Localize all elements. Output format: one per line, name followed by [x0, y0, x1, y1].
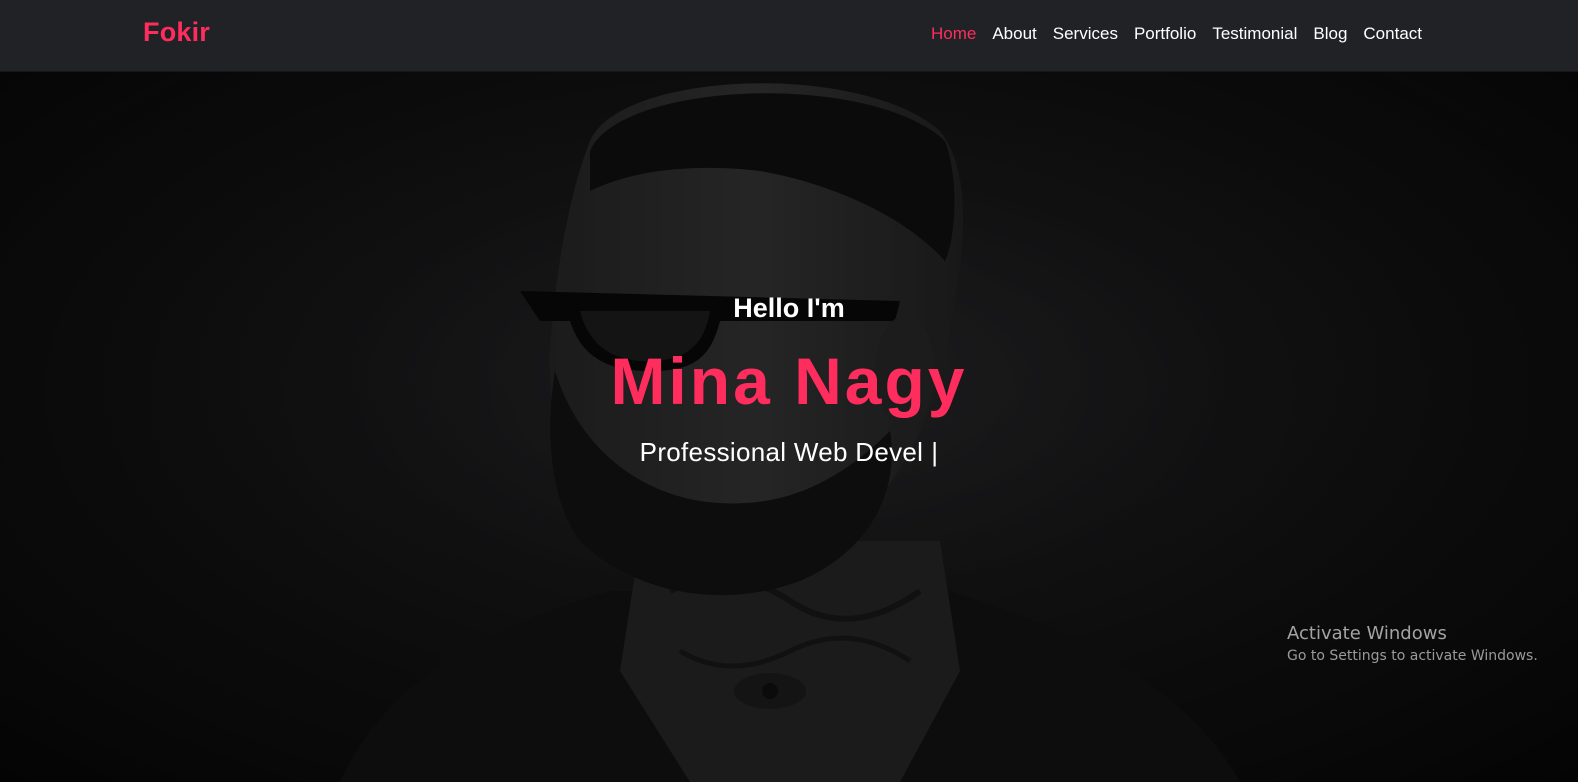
- nav-link-contact[interactable]: Contact: [1363, 24, 1422, 44]
- activation-title: Activate Windows: [1287, 623, 1447, 644]
- typing-cursor: |: [931, 437, 939, 467]
- nav-link-about[interactable]: About: [992, 24, 1036, 44]
- hero-section: Hello I'm Mina Nagy Professional Web Dev…: [0, 71, 1578, 782]
- brand-logo[interactable]: Fokir: [143, 17, 210, 48]
- nav-link-services[interactable]: Services: [1053, 24, 1118, 44]
- hero-role-text: Professional Web Devel: [639, 437, 924, 467]
- hero-content: Hello I'm Mina Nagy Professional Web Dev…: [0, 71, 1578, 782]
- hero-name: Mina Nagy: [610, 344, 968, 418]
- nav-menu: Home About Services Portfolio Testimonia…: [915, 24, 1422, 44]
- nav-link-home[interactable]: Home: [931, 24, 976, 44]
- nav-link-testimonial[interactable]: Testimonial: [1212, 24, 1297, 44]
- top-navbar: Fokir Home About Services Portfolio Test…: [0, 0, 1578, 72]
- hero-role: Professional Web Devel |: [0, 437, 1578, 468]
- activation-subtitle: Go to Settings to activate Windows.: [1287, 648, 1538, 664]
- windows-activation-watermark: Activate Windows Go to Settings to activ…: [1287, 623, 1538, 664]
- nav-link-portfolio[interactable]: Portfolio: [1134, 24, 1196, 44]
- nav-link-blog[interactable]: Blog: [1313, 24, 1347, 44]
- hero-greeting: Hello I'm: [733, 293, 845, 323]
